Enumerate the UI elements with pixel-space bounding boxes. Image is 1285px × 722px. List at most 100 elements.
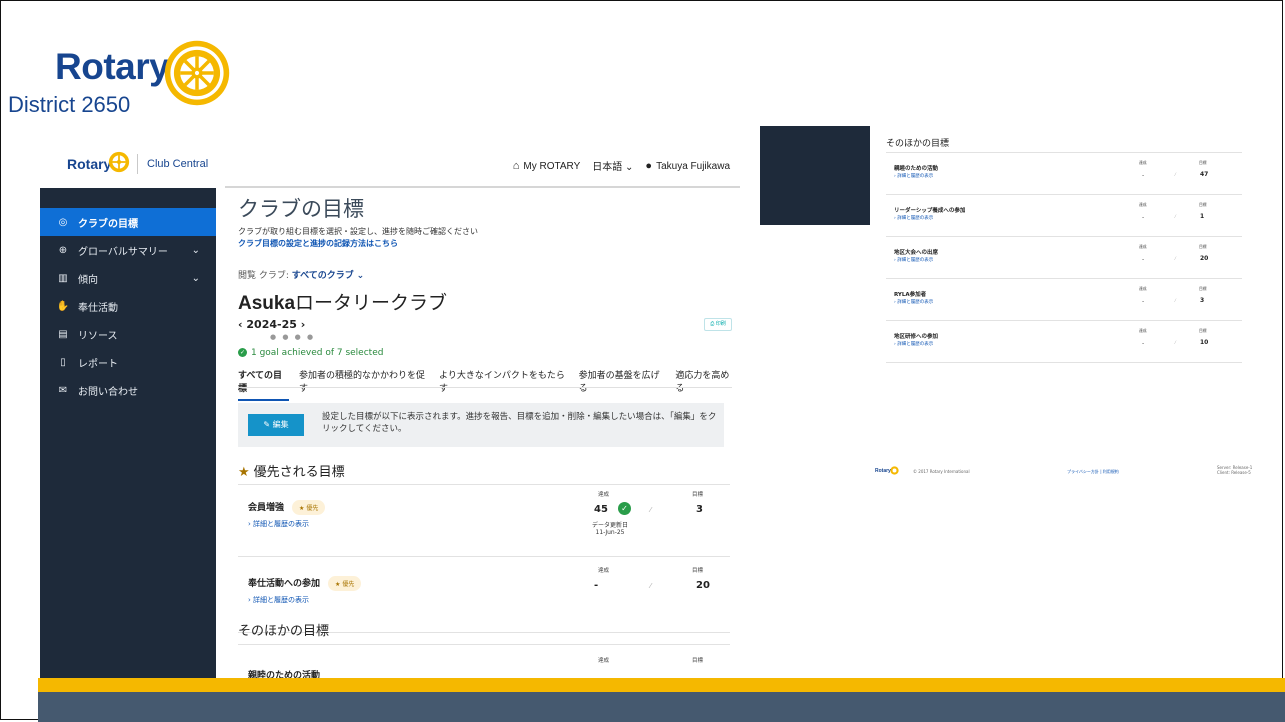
district-logo: Rotary District 2650: [8, 36, 238, 126]
pencil-icon[interactable]: ⁄: [1175, 172, 1176, 177]
goal-name: 親睦のための活動: [248, 671, 321, 678]
check-circle-icon: ✓: [238, 348, 247, 357]
goal-value: 1: [1200, 213, 1205, 220]
my-rotary-link[interactable]: ⌂ My ROTARY: [513, 160, 581, 172]
other-goals-panel: そのほかの目標 親睦のための活動 › 詳細と履歴の表示 達成 目標 - ⁄ 47 リーダーシッ…: [870, 126, 1245, 486]
goal-tab[interactable]: より大きなインパクトをもたらす: [439, 368, 569, 401]
district-name: District 2650: [8, 92, 131, 117]
detail-link[interactable]: › 詳細と履歴の表示: [894, 299, 933, 305]
chevron-down-icon: ⌄: [625, 162, 634, 173]
pencil-icon[interactable]: ⁄: [1175, 214, 1176, 219]
detail-link[interactable]: › 詳細と履歴の表示: [248, 595, 309, 605]
sidebar-item[interactable]: ▯ レポート: [40, 348, 216, 376]
rotary-wheel-icon: [890, 466, 899, 475]
club-central-screenshot: Rotary Club Central ⌂ My ROTARY 日本語 ⌄ ● Ta…: [40, 140, 740, 678]
goal-value: 3: [696, 504, 703, 515]
version-info: Server: Release-1 Client: Release-5: [1217, 465, 1253, 475]
sidebar-item[interactable]: ✋ 奉仕活動: [40, 292, 216, 320]
goal-label: 目標: [1199, 244, 1207, 249]
user-icon: ●: [645, 159, 653, 172]
goal-row: 奉仕活動への参加 ★ 優先 › 詳細と履歴の表示 達成 目標 - ⁄ 20: [238, 562, 730, 626]
pencil-icon[interactable]: ⁄: [650, 506, 651, 514]
goal-row: RYLA参加者 › 詳細と履歴の表示 達成 目標 - ⁄ 3: [886, 280, 1242, 320]
chevron-down-icon[interactable]: ⌄: [192, 245, 200, 256]
sidebar-item[interactable]: ▥ 傾向 ⌄: [40, 264, 216, 292]
sidebar-item[interactable]: ◎ クラブの目標: [40, 208, 216, 236]
sidebar: ◎ クラブの目標 ⊕ グローバルサマリー ⌄ ▥ 傾向 ⌄ ✋ 奉仕活動 ▤ リソース ▯ レポート ✉ お問…: [40, 188, 216, 678]
copyright: © 2017 Rotary International: [913, 469, 970, 474]
goal-name: 地区大会への出席: [894, 250, 939, 256]
goal-tab[interactable]: すべての目標: [238, 368, 290, 401]
star-icon: ★: [335, 581, 341, 588]
pencil-icon[interactable]: ⁄: [1175, 340, 1176, 345]
product-name: Club Central: [147, 158, 209, 170]
sidebar-item[interactable]: ✉ お問い合わせ: [40, 376, 216, 404]
chevron-right-icon[interactable]: ›: [301, 318, 306, 331]
printer-icon: ⎙: [710, 321, 715, 327]
top-nav: ⌂ My ROTARY 日本語 ⌄ ● Takuya Fujikawa: [513, 158, 730, 174]
sidebar-item-label: グローバルサマリー: [78, 246, 168, 258]
filter-value: すべてのクラブ: [291, 271, 354, 281]
detail-link[interactable]: › 詳細と履歴の表示: [248, 519, 309, 529]
help-link[interactable]: クラブ目標の設定と進捗の記録方法はこちら: [238, 238, 398, 249]
sidebar-item-label: 奉仕活動: [78, 302, 118, 314]
goal-tab[interactable]: 参加者の積極的なかかわりを促す: [299, 368, 429, 401]
goal-name: 親睦のための活動: [894, 166, 939, 172]
achieved-value: 45: [594, 504, 608, 515]
pencil-icon[interactable]: ⁄: [1175, 256, 1176, 261]
navy-footer-bar: [38, 692, 1285, 722]
updated-date: データ更新日 11-Jun-25: [592, 522, 629, 536]
goal-tab[interactable]: 適応力を高める: [675, 368, 736, 401]
language-select[interactable]: 日本語 ⌄: [592, 158, 633, 173]
achieved-label: 達成: [598, 568, 610, 574]
detail-link[interactable]: › 詳細と履歴の表示: [894, 173, 933, 179]
priority-goals-title: ★ 優先される目標: [238, 464, 345, 479]
pencil-icon[interactable]: ⁄: [1175, 298, 1176, 303]
priority-badge: ★ 優先: [292, 500, 326, 515]
achieved-value: -: [1142, 214, 1145, 221]
goal-row: 地区大会への出席 › 詳細と履歴の表示 達成 目標 - ⁄ 20: [886, 238, 1242, 278]
sidebar-item[interactable]: ⊕ グローバルサマリー ⌄: [40, 236, 216, 264]
chevron-down-icon[interactable]: ⌄: [192, 273, 200, 284]
goal-label: 目標: [692, 568, 704, 574]
sidebar-item[interactable]: ▤ リソース: [40, 320, 216, 348]
detail-link[interactable]: › 詳細と履歴の表示: [894, 257, 933, 263]
achieved-value: -: [1142, 298, 1145, 305]
chevron-left-icon[interactable]: ‹: [238, 318, 243, 331]
print-button[interactable]: ⎙ 印刷: [704, 318, 732, 331]
achieved-value: -: [1142, 340, 1145, 347]
goal-row: 地区研修への参加 › 詳細と履歴の表示 達成 目標 - ⁄ 10: [886, 322, 1242, 362]
rotary-wordmark: Rotary: [55, 46, 170, 87]
footer-rotary-logo: Rotary: [875, 468, 891, 474]
goal-label: 目標: [1199, 328, 1207, 333]
footer-links[interactable]: プライバシー方針 | 利用規約: [1067, 469, 1119, 475]
top-bar: Rotary Club Central ⌂ My ROTARY 日本語 ⌄ ● Ta…: [40, 140, 740, 188]
edit-button[interactable]: ✎ 編集: [248, 414, 304, 436]
goal-label: 目標: [1199, 160, 1207, 165]
detail-link[interactable]: › 詳細と履歴の表示: [894, 215, 933, 221]
sidebar-item-label: リソース: [78, 330, 118, 342]
detail-link[interactable]: › 詳細と履歴の表示: [894, 341, 933, 347]
goal-value: 3: [1200, 297, 1205, 304]
logo-divider: [137, 154, 138, 174]
sidebar-item-label: レポート: [78, 358, 118, 370]
pencil-icon[interactable]: ⁄: [650, 582, 651, 590]
achieved-label: 達成: [1139, 328, 1147, 333]
goal-row: リーダーシップ養成への参加 › 詳細と履歴の表示 達成 目標 - ⁄ 1: [886, 196, 1242, 236]
goal-tab[interactable]: 参加者の基盤を広げる: [579, 368, 666, 401]
edit-message: 設定した目標が以下に表示されます。進捗を報告、目標を追加・削除・編集したい場合は…: [322, 412, 717, 434]
user-menu[interactable]: ● Takuya Fujikawa: [645, 160, 730, 172]
row-divider: [886, 236, 1242, 237]
bar-chart-icon: ▥: [58, 272, 68, 284]
achieved-label: 達成: [1139, 202, 1147, 207]
priority-badge: ★ 優先: [328, 576, 362, 591]
check-circle-icon: ✓: [618, 502, 631, 515]
achieved-label: 達成: [598, 658, 610, 664]
page-footer: Rotary © 2017 Rotary International プライバシ…: [875, 465, 1285, 482]
tab-divider: [238, 387, 732, 388]
gold-footer-bar: [38, 678, 1285, 692]
achieved-value: -: [1142, 172, 1145, 179]
club-filter[interactable]: 閲覧 クラブ: すべてのクラブ ⌄: [238, 268, 364, 281]
filter-label: 閲覧 クラブ:: [238, 271, 289, 281]
rotary-logo[interactable]: Rotary: [67, 156, 111, 172]
